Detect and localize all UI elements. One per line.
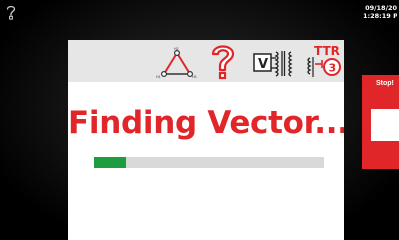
status-panel: H2 H1 H3 V TTR 3 Finding Vector...	[68, 40, 344, 240]
stop-label: Stop!	[376, 80, 394, 87]
stop-button[interactable]: Stop!	[362, 75, 399, 169]
stop-inner-box	[371, 109, 399, 141]
progress-bar	[94, 157, 324, 168]
svg-text:H1: H1	[156, 75, 161, 79]
panel-header: H2 H1 H3 V TTR 3	[68, 40, 344, 82]
phase-number-text: 3	[329, 62, 337, 75]
vector-diagram-icon: H2 H1 H3	[156, 47, 197, 79]
progress-fill	[94, 157, 127, 168]
voltage-transformer-icon: V	[253, 51, 293, 77]
status-title: Finding Vector...	[68, 105, 344, 141]
svg-text:H2: H2	[174, 47, 179, 51]
ttr-3phase-icon: TTR 3	[307, 44, 341, 77]
svg-text:H3: H3	[192, 75, 197, 79]
question-icon	[211, 45, 235, 80]
ttr-text: TTR	[314, 44, 340, 58]
datetime-display: 09/18/20 1:28:19 P	[363, 4, 397, 20]
date-text: 09/18/20	[365, 4, 397, 12]
help-icon[interactable]	[5, 4, 17, 20]
time-text: 1:28:19 P	[363, 12, 397, 20]
svg-text:V: V	[258, 57, 268, 72]
